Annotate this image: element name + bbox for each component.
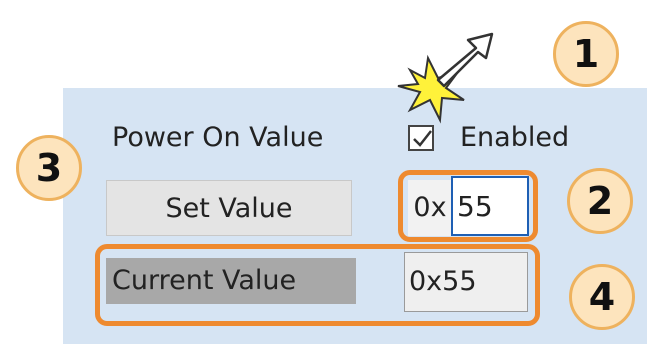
checkmark-icon <box>413 130 432 147</box>
enabled-checkbox[interactable] <box>408 125 434 151</box>
set-value-button[interactable]: Set Value <box>106 180 352 236</box>
callout-badge-1: 1 <box>553 21 619 87</box>
highlight-box-current-value <box>95 244 540 326</box>
click-burst-icon <box>397 32 494 124</box>
callout-badge-2: 2 <box>567 168 633 234</box>
pointer-arrow-icon <box>436 32 494 88</box>
power-on-value-label: Power On Value <box>112 122 324 153</box>
callout-badge-3: 3 <box>16 135 82 201</box>
callout-badge-4: 4 <box>569 264 635 330</box>
highlight-box-set-value <box>398 170 538 242</box>
